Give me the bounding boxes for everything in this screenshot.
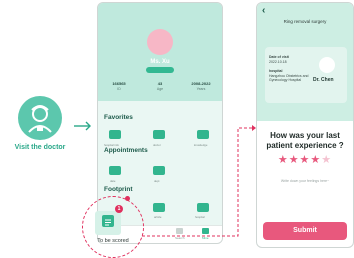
hospital-label: hospital	[269, 69, 283, 73]
surgery-title: Ring removal surgery	[283, 19, 327, 24]
rating-question: How was your last patient experience ?	[266, 131, 344, 150]
star-icons-filled[interactable]: ★★★★	[278, 154, 321, 166]
date-label: Date of visit	[269, 55, 289, 59]
rating-screen: ‹ Ring removal surgery Date of visit 202…	[256, 2, 354, 248]
feedback-input[interactable]: Write down your feelings here~	[257, 179, 353, 183]
submit-button[interactable]: Submit	[263, 222, 347, 240]
doctor-avatar	[319, 57, 335, 73]
star-rating[interactable]: ★★★★★	[257, 153, 353, 166]
back-chevron-icon[interactable]: ‹	[262, 5, 265, 16]
hospital-value: Hangzhou Obstetrics and Gynecology Hospi…	[269, 74, 309, 82]
doctor-name: Dr. Chen	[313, 77, 334, 83]
date-value: 2022.10.18	[269, 60, 287, 64]
star-icon-empty[interactable]: ★	[321, 154, 332, 166]
